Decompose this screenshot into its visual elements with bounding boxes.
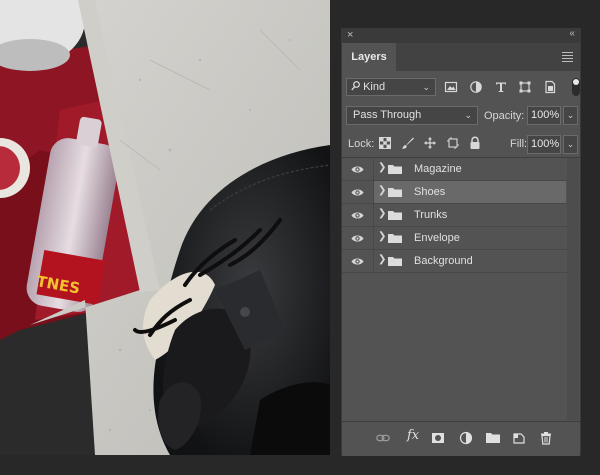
- filter-type-select[interactable]: Kind ⌄: [346, 78, 436, 96]
- fill-input[interactable]: 100%: [527, 135, 561, 154]
- new-layer-icon[interactable]: [512, 431, 526, 445]
- folder-icon: [388, 234, 402, 243]
- lock-all-icon[interactable]: [468, 136, 482, 150]
- tab-layers[interactable]: Layers: [342, 43, 396, 71]
- layer-row-background[interactable]: ❯ Background: [342, 250, 580, 273]
- layer-row-trunks[interactable]: ❯ Trunks: [342, 204, 580, 227]
- fill-label: Fill:: [510, 138, 528, 150]
- filter-type-label: Kind: [363, 81, 386, 93]
- opacity-label: Opacity:: [484, 110, 525, 122]
- lock-transparency-icon[interactable]: [378, 136, 392, 150]
- layer-body[interactable]: ❯ Trunks: [373, 204, 566, 226]
- link-layers-icon[interactable]: [376, 431, 390, 445]
- blend-row: Pass Through ⌄ Opacity: 100% ⌄: [346, 106, 578, 126]
- lock-label: Lock:: [348, 138, 375, 150]
- visibility-eye-icon[interactable]: [342, 204, 372, 226]
- fill-dropdown[interactable]: ⌄: [563, 135, 578, 154]
- folder-icon: [388, 211, 402, 220]
- folder-icon: [388, 257, 402, 266]
- delete-layer-icon[interactable]: [539, 431, 553, 445]
- layer-body[interactable]: ❯ Magazine: [373, 158, 566, 180]
- add-mask-icon[interactable]: [431, 431, 445, 445]
- adjustment-filter-icon[interactable]: [469, 80, 483, 94]
- expand-chevron-icon[interactable]: ❯: [378, 185, 386, 196]
- new-adjustment-icon[interactable]: [459, 431, 473, 445]
- visibility-eye-icon[interactable]: [342, 181, 372, 203]
- smartobject-filter-icon[interactable]: [543, 80, 557, 94]
- shape-filter-icon[interactable]: [518, 80, 532, 94]
- visibility-eye-icon[interactable]: [342, 158, 372, 180]
- lock-artboard-icon[interactable]: [446, 136, 460, 150]
- panel-title-bar[interactable]: × ‹‹: [342, 28, 580, 43]
- layers-bottom-toolbar: fx: [342, 421, 580, 456]
- new-group-icon[interactable]: [486, 431, 500, 445]
- layer-list-scrollbar[interactable]: [567, 158, 579, 420]
- layers-panel: × ‹‹ Layers Kind ⌄ Pass Through ⌄ Opacit…: [341, 28, 581, 456]
- filter-toggle[interactable]: [572, 78, 580, 96]
- layer-filter-row: Kind ⌄: [346, 78, 580, 98]
- add-style-icon[interactable]: fx: [407, 428, 419, 443]
- blend-mode-select[interactable]: Pass Through ⌄: [346, 106, 478, 125]
- folder-icon: [388, 188, 402, 197]
- visibility-eye-icon[interactable]: [342, 227, 372, 249]
- layer-body[interactable]: ❯ Envelope: [373, 227, 566, 249]
- canvas-photo: TNES: [0, 0, 330, 455]
- lock-position-icon[interactable]: [423, 136, 437, 150]
- status-bar: [0, 455, 330, 475]
- collapse-icon[interactable]: ‹‹: [569, 28, 575, 39]
- layer-body[interactable]: ❯ Background: [373, 250, 566, 272]
- panel-tab-bar: Layers: [342, 43, 580, 71]
- lock-image-icon[interactable]: [401, 136, 415, 150]
- opacity-input[interactable]: 100%: [527, 106, 561, 125]
- image-filter-icon[interactable]: [444, 80, 458, 94]
- chevron-down-icon: ⌄: [464, 110, 472, 120]
- expand-chevron-icon[interactable]: ❯: [378, 162, 386, 173]
- layer-name: Envelope: [414, 232, 460, 244]
- layer-row-shoes[interactable]: ❯ Shoes: [342, 181, 580, 204]
- blend-mode-value: Pass Through: [353, 109, 422, 121]
- document-canvas[interactable]: TNES: [0, 0, 330, 455]
- layer-body[interactable]: ❯ Shoes: [373, 181, 566, 203]
- layer-name: Magazine: [414, 163, 462, 175]
- layer-row-magazine[interactable]: ❯ Magazine: [342, 158, 580, 181]
- search-icon: [351, 81, 360, 91]
- expand-chevron-icon[interactable]: ❯: [378, 231, 386, 242]
- chevron-down-icon: ⌄: [422, 82, 430, 92]
- opacity-dropdown[interactable]: ⌄: [563, 106, 578, 125]
- visibility-eye-icon[interactable]: [342, 250, 372, 272]
- layer-row-envelope[interactable]: ❯ Envelope: [342, 227, 580, 250]
- expand-chevron-icon[interactable]: ❯: [378, 208, 386, 219]
- lock-row: Lock: Fill: 100% ⌄: [346, 135, 578, 155]
- close-icon[interactable]: ×: [347, 29, 353, 41]
- layer-list: ❯ Magazine ❯ Shoes ❯ Trunks ❯ Envelope ❯…: [342, 158, 580, 273]
- layer-name: Trunks: [414, 209, 448, 221]
- expand-chevron-icon[interactable]: ❯: [378, 254, 386, 265]
- layer-name: Shoes: [414, 186, 446, 198]
- layer-name: Background: [414, 255, 473, 267]
- panel-menu-icon[interactable]: [562, 52, 573, 64]
- type-filter-icon[interactable]: [494, 80, 508, 94]
- folder-icon: [388, 165, 402, 174]
